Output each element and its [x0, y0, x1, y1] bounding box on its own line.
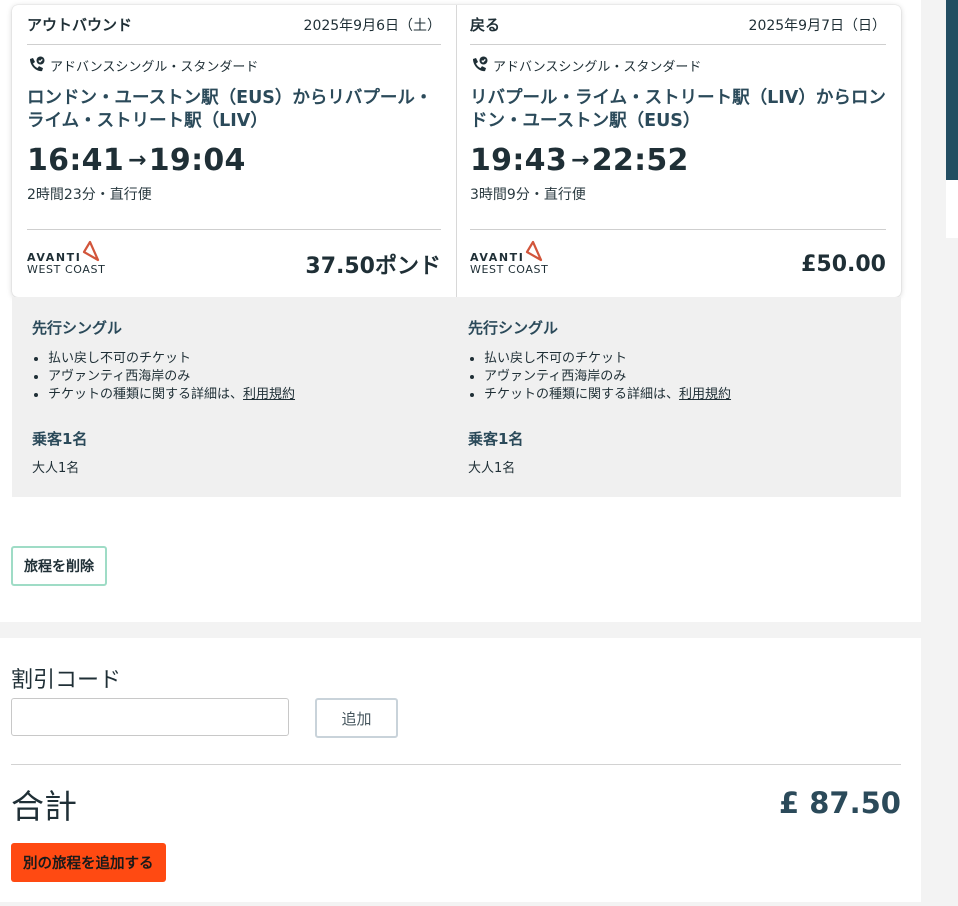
return-route: リバプール・ライム・ストリート駅（LIV）からロンドン・ユーストン駅（EUS）: [470, 88, 886, 131]
terms-link[interactable]: 利用規約: [243, 387, 295, 402]
return-arrive: 22:52: [591, 143, 689, 178]
phone-ticket-icon: [30, 56, 45, 72]
outbound-depart: 16:41: [27, 143, 124, 178]
outbound-price: 37.50ポンド: [305, 254, 441, 279]
outbound-duration: 2時間23分・直行便: [27, 187, 152, 203]
side-accent-bar: [946, 0, 958, 180]
return-passenger-title: 乗客1名: [468, 430, 524, 448]
return-footer: AVANTI WEST COAST £50.00: [470, 229, 886, 298]
journey-panel: アウトバウンド 2025年9月6日（土） アドバンスシングル・スタンダード ロン…: [0, 0, 921, 622]
discount-code-label: 割引コード: [11, 668, 122, 693]
arrow-right-icon: →: [571, 148, 590, 173]
outbound-fare-type: アドバンスシングル・スタンダード: [27, 55, 441, 75]
return-header: 戻る 2025年9月7日（日）: [470, 5, 886, 45]
return-depart: 19:43: [470, 143, 567, 178]
divider: [11, 764, 901, 765]
outbound-footer: AVANTI WEST COAST 37.50ポンド: [27, 229, 441, 298]
outbound-times: 16:41 → 19:04: [27, 143, 441, 178]
return-date: 2025年9月7日（日）: [748, 17, 886, 34]
journey-card: アウトバウンド 2025年9月6日（土） アドバンスシングル・スタンダード ロン…: [12, 5, 901, 297]
return-fare-label: アドバンスシングル・スタンダード: [493, 59, 702, 75]
ticket-details: 先行シングル 払い戻し不可のチケット アヴァンティ西海岸のみ チケットの種類に関…: [12, 297, 901, 497]
return-direction: 戻る: [470, 16, 501, 34]
outbound-route: ロンドン・ユーストン駅（EUS）からリバプール・ライム・ストリート駅（LIV）: [27, 88, 433, 131]
outbound-direction: アウトバウンド: [27, 16, 133, 34]
summary-panel: 割引コード 追加 合計 £ 87.50 別の旅程を追加する: [0, 638, 921, 902]
return-price: £50.00: [801, 251, 886, 277]
list-item: チケットの種類に関する詳細は、利用規約: [48, 386, 456, 404]
add-another-journey-button[interactable]: 別の旅程を追加する: [11, 843, 166, 882]
outbound-fare-label: アドバンスシングル・スタンダード: [50, 59, 259, 75]
outbound-arrive: 19:04: [148, 143, 246, 178]
avanti-logo: AVANTI WEST COAST: [27, 240, 105, 276]
list-item: 払い戻し不可のチケット: [484, 350, 900, 368]
return-ticket-conditions: 払い戻し不可のチケット アヴァンティ西海岸のみ チケットの種類に関する詳細は、利…: [468, 350, 900, 404]
phone-ticket-icon: [473, 56, 488, 72]
total-value: £ 87.50: [778, 786, 901, 820]
return-passenger-detail: 大人1名: [468, 461, 516, 476]
discount-code-input[interactable]: [11, 698, 289, 736]
outbound-passenger-title: 乗客1名: [32, 430, 88, 448]
return-details: 先行シングル 払い戻し不可のチケット アヴァンティ西海岸のみ チケットの種類に関…: [456, 297, 900, 497]
delete-journey-button[interactable]: 旅程を削除: [11, 546, 107, 586]
terms-prefix: チケットの種類に関する詳細は、: [484, 387, 680, 402]
return-fare-type: アドバンスシングル・スタンダード: [470, 55, 886, 75]
outbound-details: 先行シングル 払い戻し不可のチケット アヴァンティ西海岸のみ チケットの種類に関…: [12, 297, 456, 497]
list-item: アヴァンティ西海岸のみ: [48, 368, 456, 386]
terms-link[interactable]: 利用規約: [679, 387, 731, 402]
avanti-logo-icon: [83, 240, 100, 262]
outbound-ticket-conditions: 払い戻し不可のチケット アヴァンティ西海岸のみ チケットの種類に関する詳細は、利…: [32, 350, 456, 404]
return-leg: 戻る 2025年9月7日（日） アドバンスシングル・スタンダード リバプール・ラ…: [456, 5, 901, 297]
return-ticket-title: 先行シングル: [468, 319, 559, 337]
return-times: 19:43 → 22:52: [470, 143, 886, 178]
list-item: チケットの種類に関する詳細は、利用規約: [484, 386, 900, 404]
outbound-passenger-detail: 大人1名: [32, 461, 80, 476]
arrow-right-icon: →: [128, 148, 147, 173]
terms-prefix: チケットの種類に関する詳細は、: [48, 387, 244, 402]
list-item: 払い戻し不可のチケット: [48, 350, 456, 368]
avanti-logo-icon: [526, 240, 543, 262]
outbound-leg: アウトバウンド 2025年9月6日（土） アドバンスシングル・スタンダード ロン…: [12, 5, 456, 297]
total-label: 合計: [11, 787, 77, 826]
add-discount-button[interactable]: 追加: [315, 698, 398, 738]
outbound-date: 2025年9月6日（土）: [303, 17, 441, 34]
outbound-ticket-title: 先行シングル: [32, 319, 123, 337]
avanti-logo: AVANTI WEST COAST: [470, 240, 548, 276]
outbound-header: アウトバウンド 2025年9月6日（土）: [27, 5, 441, 45]
list-item: アヴァンティ西海岸のみ: [484, 368, 900, 386]
return-duration: 3時間9分・直行便: [470, 187, 586, 203]
